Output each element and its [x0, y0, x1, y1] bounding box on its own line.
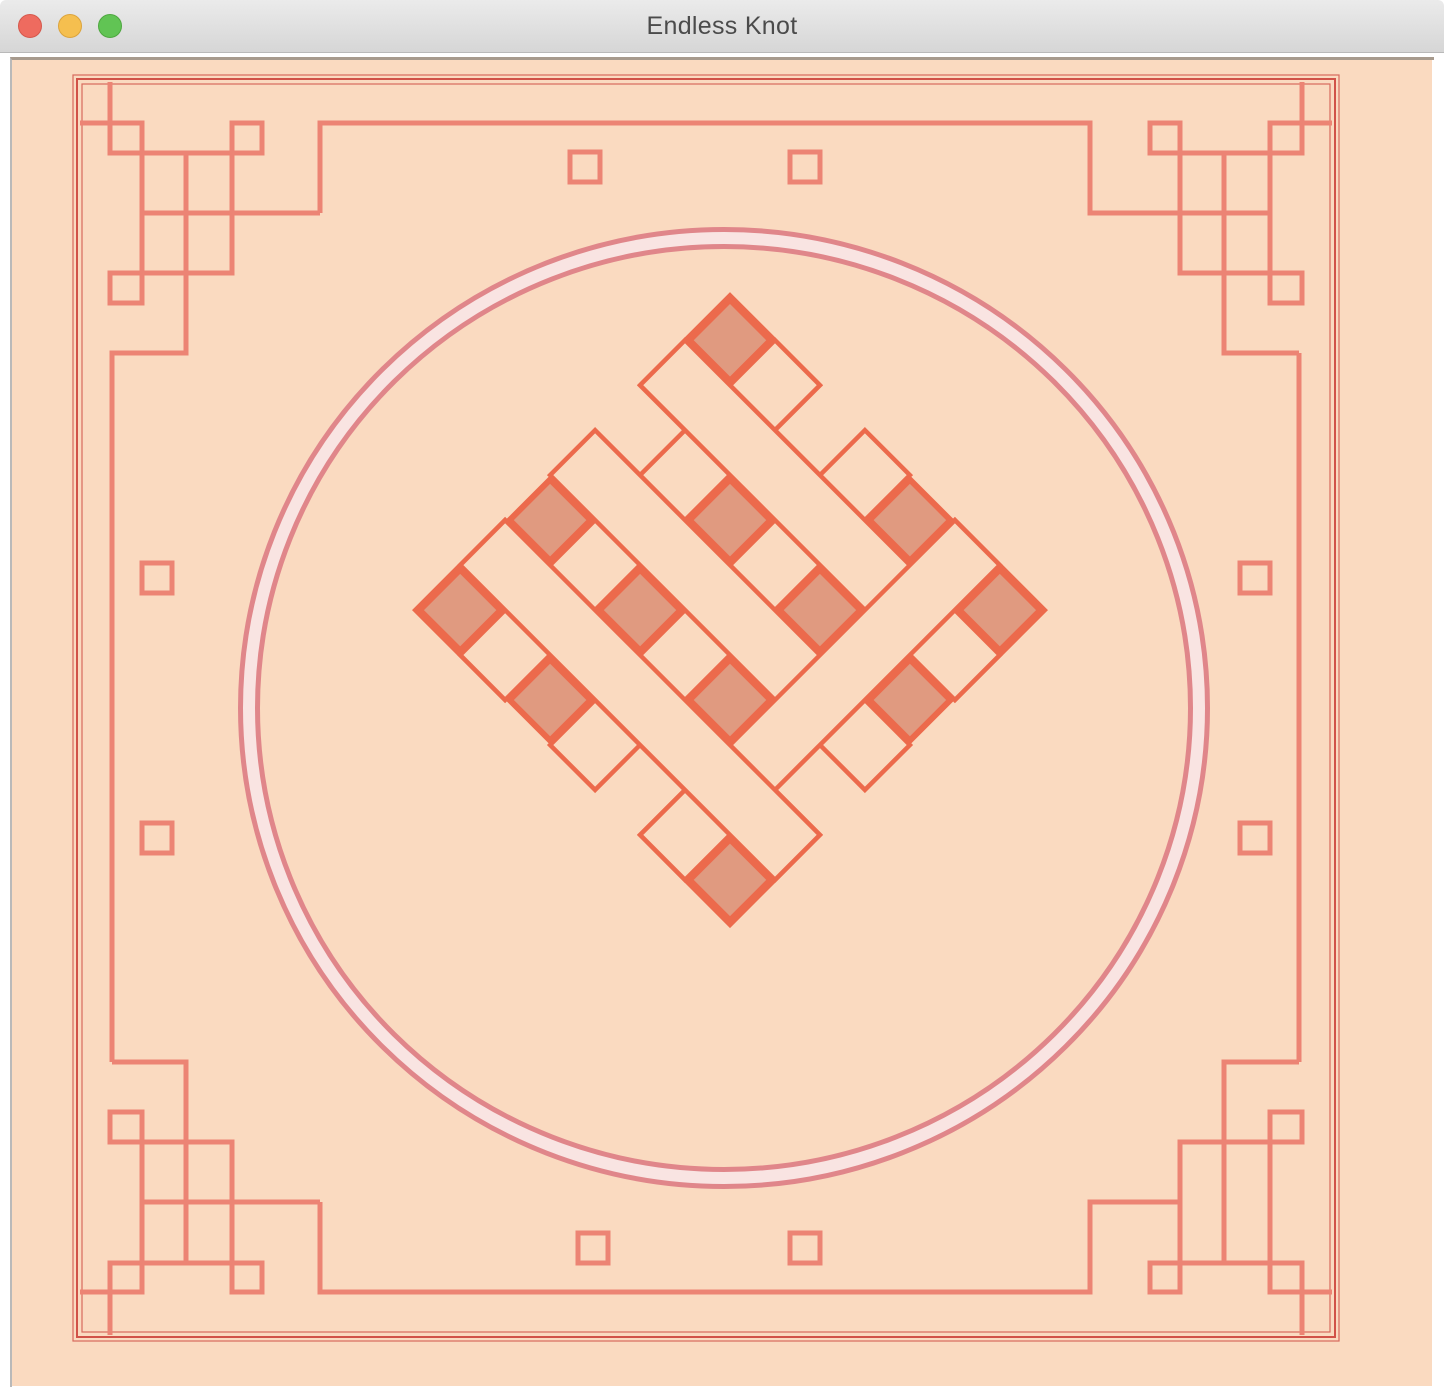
title-bar[interactable]: Endless Knot: [0, 0, 1444, 53]
window-title: Endless Knot: [646, 12, 798, 40]
app-window: Endless Knot: [0, 0, 1444, 1398]
endless-knot-canvas: [12, 60, 1432, 1386]
